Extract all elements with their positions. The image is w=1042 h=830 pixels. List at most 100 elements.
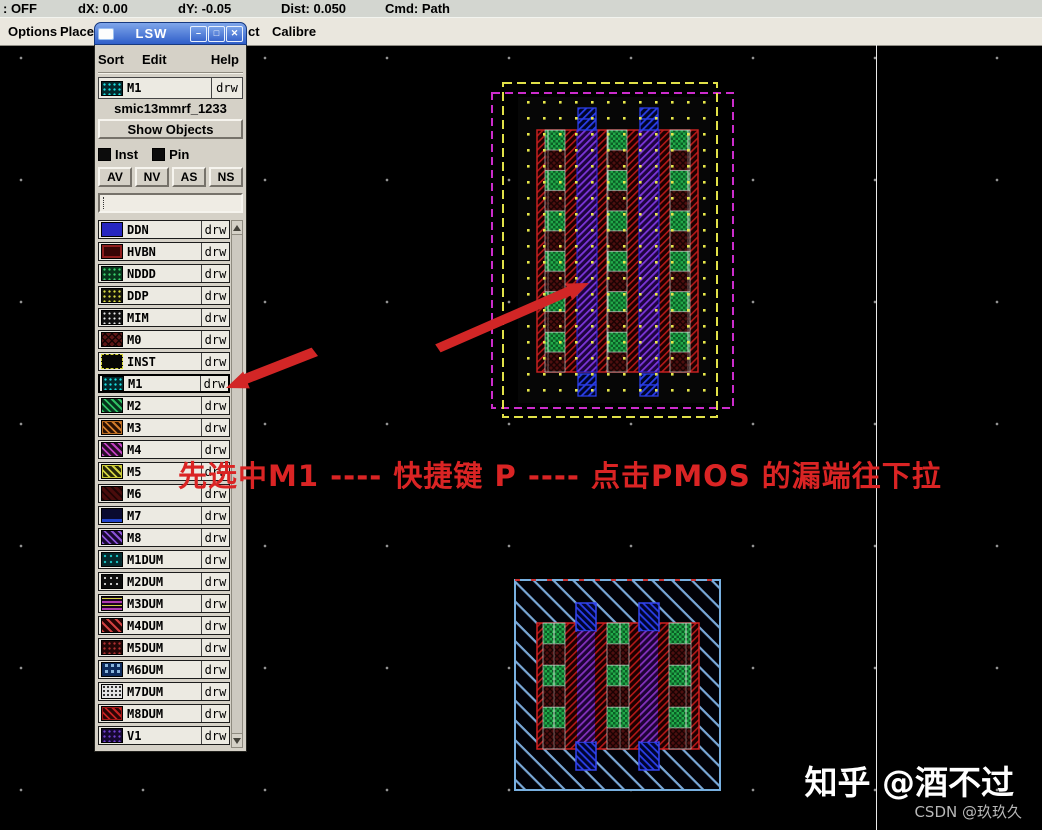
layer-row[interactable]: HVBN drw bbox=[98, 242, 230, 261]
layer-row[interactable]: M5DUM drw bbox=[98, 638, 230, 657]
layer-filter-input[interactable] bbox=[98, 193, 243, 213]
nv-button[interactable]: NV bbox=[135, 167, 169, 187]
layer-purpose: drw bbox=[201, 617, 229, 634]
watermark-zhihu: 知乎 @酒不过 bbox=[804, 763, 1015, 802]
layer-swatch bbox=[101, 552, 123, 567]
layer-purpose: drw bbox=[201, 309, 229, 326]
layer-swatch bbox=[101, 310, 123, 325]
layer-name: DDP bbox=[127, 288, 149, 303]
lsw-title-bar[interactable]: LSW – □ ✕ bbox=[94, 22, 247, 45]
pin-checkbox[interactable] bbox=[152, 147, 166, 161]
layer-row[interactable]: M1 drw bbox=[98, 374, 230, 393]
layer-name: MIM bbox=[127, 310, 149, 325]
layer-purpose: drw bbox=[201, 661, 229, 678]
layer-purpose: drw bbox=[201, 683, 229, 700]
layer-swatch bbox=[101, 618, 123, 633]
layer-row[interactable]: MIM drw bbox=[98, 308, 230, 327]
layer-row[interactable]: INST drw bbox=[98, 352, 230, 371]
current-layer-row[interactable]: M1 drw bbox=[98, 77, 243, 99]
inst-checkbox[interactable] bbox=[98, 147, 111, 161]
layer-row[interactable]: M0 drw bbox=[98, 330, 230, 349]
layer-row[interactable]: M7 drw bbox=[98, 506, 230, 525]
command-name: Cmd: Path bbox=[385, 1, 450, 16]
layer-row[interactable]: M2 drw bbox=[98, 396, 230, 415]
av-button[interactable]: AV bbox=[98, 167, 132, 187]
divider bbox=[98, 72, 243, 74]
close-icon[interactable]: ✕ bbox=[226, 25, 243, 42]
menu-options[interactable]: Options bbox=[8, 24, 57, 39]
pin-toggle[interactable]: Pin bbox=[152, 147, 189, 162]
layer-row[interactable]: NDDD drw bbox=[98, 264, 230, 283]
layer-row[interactable]: M2DUM drw bbox=[98, 572, 230, 591]
layer-row[interactable]: V1 drw bbox=[98, 726, 230, 745]
lsw-menu-sort[interactable]: Sort bbox=[98, 52, 124, 67]
scroll-up-button[interactable] bbox=[231, 220, 243, 235]
inst-toggle[interactable]: Inst bbox=[98, 147, 138, 162]
layer-swatch bbox=[101, 640, 123, 655]
layer-swatch bbox=[101, 442, 123, 457]
layer-name: HVBN bbox=[127, 244, 156, 259]
layer-row[interactable]: M4DUM drw bbox=[98, 616, 230, 635]
nmos-device-layout[interactable] bbox=[510, 575, 725, 795]
layer-row[interactable]: DDN drw bbox=[98, 220, 230, 239]
menu-place[interactable]: Place bbox=[60, 24, 94, 39]
layer-purpose: drw bbox=[201, 353, 229, 370]
layer-row[interactable]: M3DUM drw bbox=[98, 594, 230, 613]
layer-row[interactable]: M7DUM drw bbox=[98, 682, 230, 701]
layer-purpose: drw bbox=[201, 639, 229, 656]
lsw-menu-help[interactable]: Help bbox=[211, 52, 239, 67]
layer-row[interactable]: M6DUM drw bbox=[98, 660, 230, 679]
layer-row[interactable]: DDP drw bbox=[98, 286, 230, 305]
layer-row[interactable]: M3 drw bbox=[98, 418, 230, 437]
layer-swatch bbox=[101, 266, 123, 281]
scroll-down-icon bbox=[233, 737, 241, 744]
as-button[interactable]: AS bbox=[172, 167, 206, 187]
maximize-icon[interactable]: □ bbox=[208, 25, 225, 42]
layer-swatch bbox=[101, 728, 123, 743]
layer-purpose: drw bbox=[201, 507, 229, 524]
layer-name: M7DUM bbox=[127, 684, 164, 699]
lsw-menu-edit[interactable]: Edit bbox=[142, 52, 167, 67]
ns-button[interactable]: NS bbox=[209, 167, 243, 187]
crosshair-vline bbox=[876, 45, 877, 830]
pin-label: Pin bbox=[169, 146, 190, 162]
layer-swatch bbox=[101, 354, 123, 369]
layer-swatch bbox=[101, 398, 123, 413]
layer-name: M2 bbox=[127, 398, 142, 413]
pmos-device-layout[interactable] bbox=[488, 78, 738, 423]
window-icon bbox=[98, 27, 114, 40]
layer-name: M0 bbox=[127, 332, 142, 347]
layer-purpose: drw bbox=[201, 551, 229, 568]
layer-purpose: drw bbox=[201, 727, 229, 744]
layer-purpose: drw bbox=[201, 529, 229, 546]
layer-name: M2DUM bbox=[127, 574, 164, 589]
layer-swatch bbox=[101, 596, 123, 611]
layer-name: DDN bbox=[127, 222, 149, 237]
layer-purpose: drw bbox=[201, 331, 229, 348]
layer-swatch bbox=[102, 376, 124, 391]
show-objects-button[interactable]: Show Objects bbox=[98, 119, 243, 139]
layer-row[interactable]: M8 drw bbox=[98, 528, 230, 547]
layer-swatch bbox=[101, 486, 123, 501]
layer-row[interactable]: M8DUM drw bbox=[98, 704, 230, 723]
layer-name: M3 bbox=[127, 420, 142, 435]
layer-name: M6DUM bbox=[127, 662, 164, 677]
layer-name: M1DUM bbox=[127, 552, 164, 567]
toggle-row: Inst Pin bbox=[98, 146, 243, 162]
minimize-icon[interactable]: – bbox=[190, 25, 207, 42]
menu-ct[interactable]: ct bbox=[248, 24, 260, 39]
lsw-menu-bar: Sort Edit Help bbox=[98, 47, 243, 71]
layer-purpose: drw bbox=[201, 595, 229, 612]
layer-name: M4 bbox=[127, 442, 142, 457]
layer-name: M4DUM bbox=[127, 618, 164, 633]
watermark-csdn: CSDN @玖玖久 bbox=[914, 803, 1022, 821]
current-layer-name: M1 bbox=[127, 81, 142, 95]
layer-swatch bbox=[101, 508, 123, 523]
layer-purpose: drw bbox=[201, 265, 229, 282]
layer-purpose: drw bbox=[201, 705, 229, 722]
layer-name: M7 bbox=[127, 508, 142, 523]
current-layer-purpose: drw bbox=[211, 78, 242, 98]
menu-calibre[interactable]: Calibre bbox=[272, 24, 316, 39]
scroll-down-button[interactable] bbox=[231, 733, 243, 748]
layer-row[interactable]: M1DUM drw bbox=[98, 550, 230, 569]
